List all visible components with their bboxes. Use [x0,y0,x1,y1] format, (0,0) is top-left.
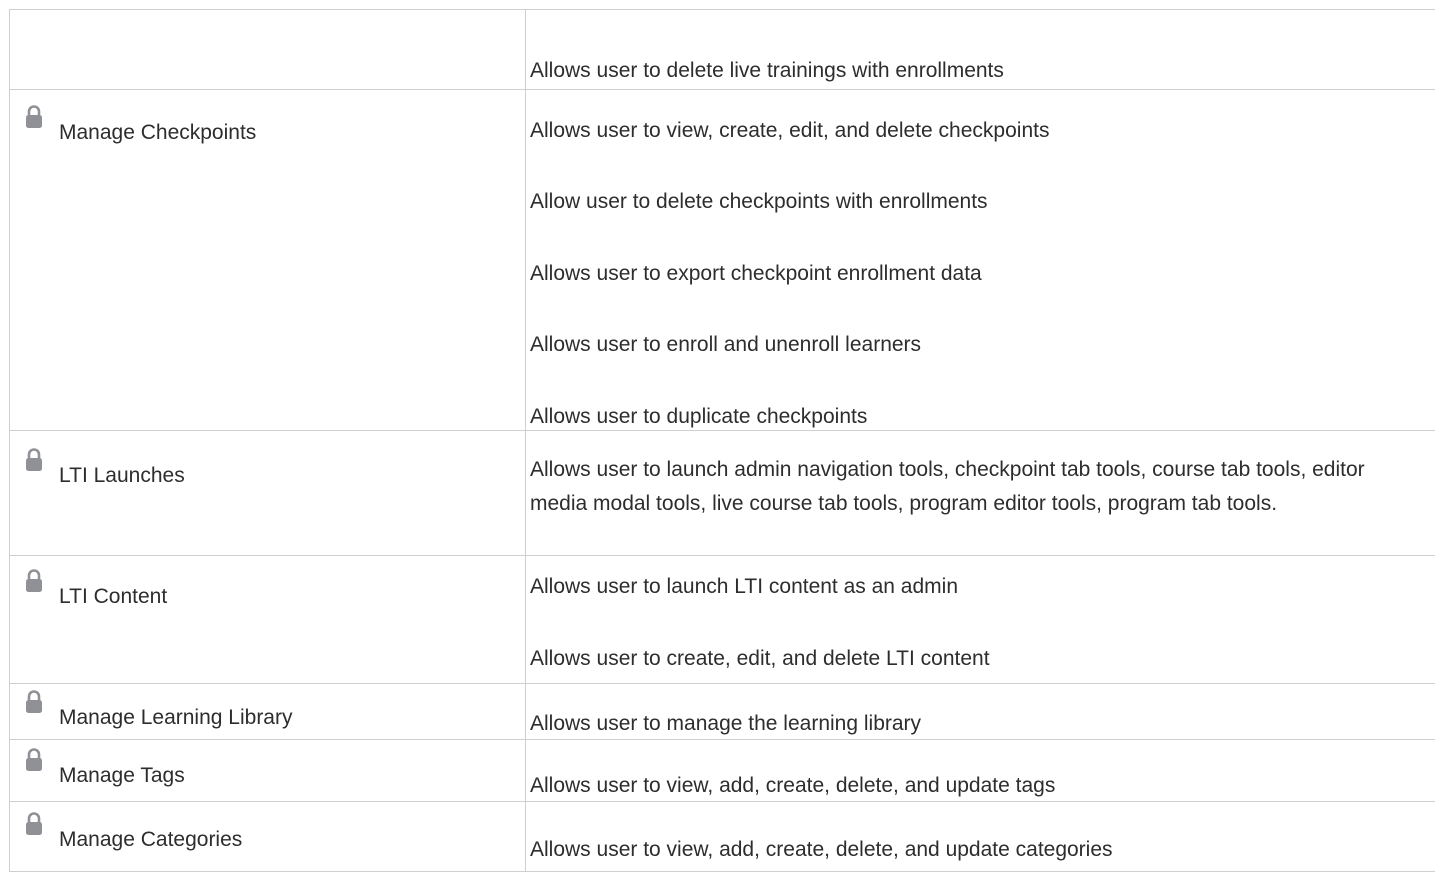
permission-name: LTI Content [59,583,167,611]
lock-icon [25,105,43,129]
permission-description-cell: Allows user to manage the learning libra… [526,684,1435,740]
permission-description: Allows user to view, add, create, delete… [530,772,1055,800]
table-row: LTI Content Allows user to launch LTI co… [10,556,1435,684]
permission-name: LTI Launches [59,462,185,490]
lock-icon [25,690,43,714]
lock-icon [25,448,43,472]
permission-description-cell: Allows user to launch LTI content as an … [526,556,1435,684]
permission-description: Allows user to launch admin navigation t… [530,453,1410,521]
permission-name: Manage Tags [59,762,185,790]
permission-description: Allows user to launch LTI content as an … [530,573,958,601]
table-row: Allows user to delete live trainings wit… [10,10,1435,90]
permission-description: Allows user to manage the learning libra… [530,710,921,738]
lock-icon [25,569,43,593]
permission-name-cell: Manage Tags [10,740,526,802]
permission-description: Allows user to export checkpoint enrollm… [530,260,982,288]
permission-name: Manage Checkpoints [59,119,256,147]
table-row: LTI Launches Allows user to launch admin… [10,431,1435,556]
permission-description: Allows user to view, create, edit, and d… [530,117,1049,145]
permission-description: Allows user to enroll and unenroll learn… [530,331,921,359]
permission-description-cell: Allows user to launch admin navigation t… [526,431,1435,556]
permission-name-cell: LTI Content [10,556,526,684]
permission-name-cell: LTI Launches [10,431,526,556]
table-row: Manage Tags Allows user to view, add, cr… [10,740,1435,802]
lock-icon [25,812,43,836]
permission-name-cell: Manage Categories [10,802,526,872]
permission-name: Manage Learning Library [59,704,292,732]
permission-description: Allows user to delete live trainings wit… [530,57,1435,85]
permission-description-cell: Allows user to delete live trainings wit… [526,10,1435,90]
permission-description: Allow user to delete checkpoints with en… [530,188,988,216]
permissions-table: Allows user to delete live trainings wit… [9,9,1435,872]
permission-name: Manage Categories [59,826,242,854]
permission-name-cell: Manage Learning Library [10,684,526,740]
permission-description: Allows user to view, add, create, delete… [530,836,1113,864]
table-row: Manage Checkpoints Allows user to view, … [10,90,1435,431]
permission-description-cell: Allows user to view, add, create, delete… [526,740,1435,802]
permission-description-cell: Allows user to view, add, create, delete… [526,802,1435,872]
table-row: Manage Learning Library Allows user to m… [10,684,1435,740]
permission-name-cell: Manage Checkpoints [10,90,526,431]
permission-name-cell [10,10,526,90]
permission-description: Allows user to create, edit, and delete … [530,645,990,673]
table-row: Manage Categories Allows user to view, a… [10,802,1435,872]
permission-description: Allows user to duplicate checkpoints [530,403,867,431]
permission-description-cell: Allows user to view, create, edit, and d… [526,90,1435,431]
lock-icon [25,748,43,772]
